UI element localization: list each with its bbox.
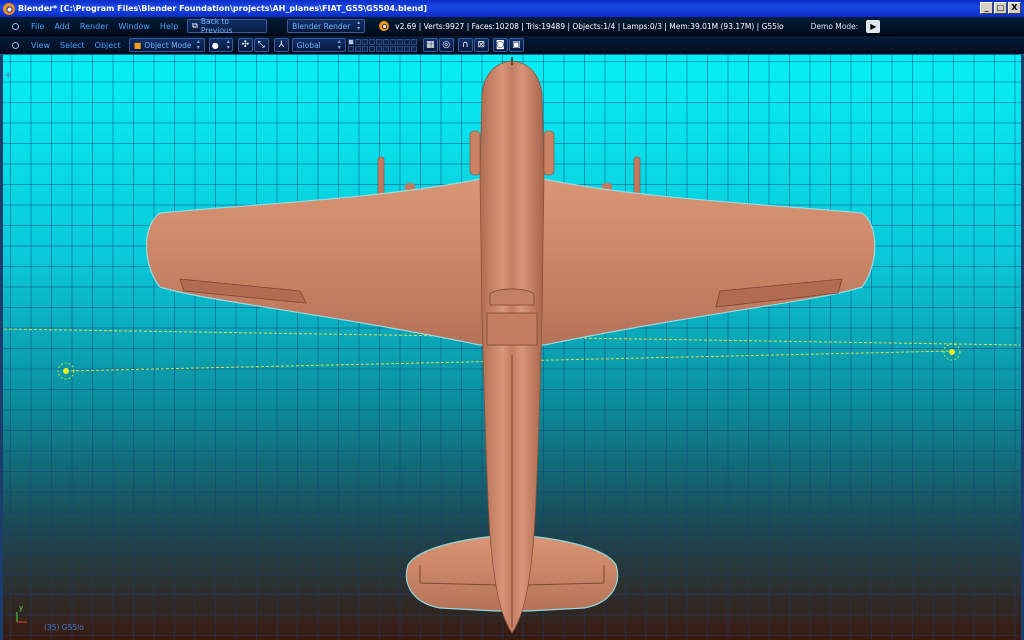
layers-icon: ▦ (425, 40, 435, 50)
solid-shading-icon: ● (211, 40, 219, 50)
layer-toggle[interactable] (396, 38, 403, 45)
layer-toggle[interactable] (403, 45, 410, 52)
layer-toggle[interactable] (396, 45, 403, 52)
render-engine-dropdown[interactable]: Blender Render ▴ ▾ (287, 19, 366, 33)
stats-text: v2.69 | Verts:9927 | Faces:10208 | Tris:… (395, 21, 784, 31)
manipulator-icon: ⤡ (257, 40, 265, 50)
layer-toggle[interactable] (389, 45, 396, 52)
clapper-icon: ▣ (511, 40, 521, 50)
demo-play-button[interactable]: ▶ (866, 19, 881, 33)
aircraft-model[interactable] (0, 55, 1024, 640)
render-engine-label: Blender Render (292, 21, 351, 31)
window-title-bar: Blender* [C:\Program Files\Blender Found… (0, 0, 1024, 17)
menu-file[interactable]: File (26, 22, 49, 31)
view3d-header: View Select Object ■ Object Mode ▴ ▾ ● ▴ ▾… (0, 36, 1024, 55)
info-menu: File Add Render Window Help (26, 22, 183, 31)
demo-mode-label: Demo Mode: (810, 21, 859, 31)
back-to-previous-button[interactable]: ⧉ Back to Previous (187, 17, 268, 35)
window-title: Blender* [C:\Program Files\Blender Found… (18, 4, 427, 13)
layer-toggle[interactable] (368, 38, 375, 45)
proportional-icon: ◎ (442, 40, 451, 50)
back-to-previous-label: Back to Previous (200, 17, 233, 35)
layer-toggle[interactable] (354, 45, 361, 52)
opengl-render-button[interactable]: ◙ (492, 38, 508, 52)
blender-app-icon (3, 2, 15, 15)
orientation-label: Global (296, 40, 321, 50)
mode-label: Object Mode (144, 40, 192, 50)
screen-back-icon: ⧉ (192, 21, 198, 30)
layer-toggle[interactable] (368, 45, 375, 52)
info-header: File Add Render Window Help ⧉ Back to Pr… (0, 17, 1024, 36)
object-mode-icon: ■ (133, 40, 142, 50)
layer-toggle[interactable] (389, 38, 396, 45)
cockpit-floor-panel (486, 312, 538, 346)
layer-toggle[interactable] (410, 38, 417, 45)
pivot-point-button[interactable]: ✣ (237, 38, 253, 52)
proportional-edit-button[interactable]: ◎ (438, 38, 454, 52)
shading-dropdown[interactable]: ● ▴ ▾ (208, 38, 233, 52)
snap-toggle[interactable]: ∩ (457, 38, 473, 52)
menu-render[interactable]: Render (75, 22, 113, 31)
object-info-text: (35) G55lo (44, 623, 84, 632)
layer-toggle[interactable] (347, 45, 354, 52)
exhaust-left (469, 130, 481, 176)
blender-logo-icon (379, 21, 390, 31)
axis-y-label: y (19, 604, 24, 612)
exhaust-right (543, 130, 555, 176)
scene-stats: v2.69 | Verts:9927 | Faces:10208 | Tris:… (379, 21, 784, 31)
updown-arrows-icon: ▴ ▾ (196, 38, 200, 51)
menu-help[interactable]: Help (155, 22, 183, 31)
transform-manipulator-button[interactable]: ⅄ (273, 38, 289, 52)
layer-toggle[interactable] (375, 38, 382, 45)
layer-toggle[interactable] (382, 45, 389, 52)
view3d-editor-icon[interactable] (10, 40, 20, 50)
snap-element-icon: ⊠ (477, 40, 485, 50)
menu-view[interactable]: View (26, 41, 55, 50)
layer-toggle[interactable] (361, 38, 368, 45)
lock-layers-button[interactable]: ▦ (422, 38, 438, 52)
layer-toggle[interactable] (410, 45, 417, 52)
layer-toggle[interactable] (375, 45, 382, 52)
orientation-dropdown[interactable]: Global ▴ ▾ (291, 38, 346, 52)
layer-toggle[interactable] (354, 38, 361, 45)
layer-toggle[interactable] (361, 45, 368, 52)
layer-buttons[interactable] (347, 38, 417, 52)
lamp-right[interactable] (943, 343, 961, 361)
menu-add[interactable]: Add (49, 22, 75, 31)
pivot-icon: ✣ (241, 40, 249, 50)
mode-dropdown[interactable]: ■ Object Mode ▴ ▾ (128, 38, 205, 52)
3d-viewport[interactable]: + y (35) G55lo (0, 55, 1024, 640)
menu-window[interactable]: Window (113, 22, 155, 31)
menu-object[interactable]: Object (90, 41, 126, 50)
updown-arrows-icon: ▴ ▾ (357, 19, 361, 32)
updown-arrows-icon: ▴ ▾ (337, 38, 341, 51)
translate-icon: ⅄ (278, 40, 284, 50)
snap-element-button[interactable]: ⊠ (473, 38, 489, 52)
updown-arrows-icon: ▴ ▾ (226, 38, 230, 51)
view3d-menu: View Select Object (26, 41, 126, 50)
layer-toggle[interactable] (403, 38, 410, 45)
editor-type-icon[interactable] (10, 21, 20, 31)
camera-icon: ◙ (495, 40, 505, 50)
menu-select[interactable]: Select (55, 41, 90, 50)
minimize-button[interactable]: _ (980, 2, 993, 14)
manipulator-toggle[interactable]: ⤡ (253, 38, 269, 52)
maximize-button[interactable]: □ (994, 2, 1007, 14)
viewport-border-left (0, 55, 3, 640)
close-button[interactable]: X (1008, 2, 1021, 14)
layer-toggle[interactable] (382, 38, 389, 45)
layer-toggle[interactable] (347, 38, 354, 45)
magnet-icon: ∩ (461, 40, 469, 50)
view-axis-gizmo (16, 612, 27, 623)
canopy (489, 288, 535, 306)
window-controls: _ □ X (980, 2, 1021, 14)
opengl-anim-button[interactable]: ▣ (508, 38, 524, 52)
